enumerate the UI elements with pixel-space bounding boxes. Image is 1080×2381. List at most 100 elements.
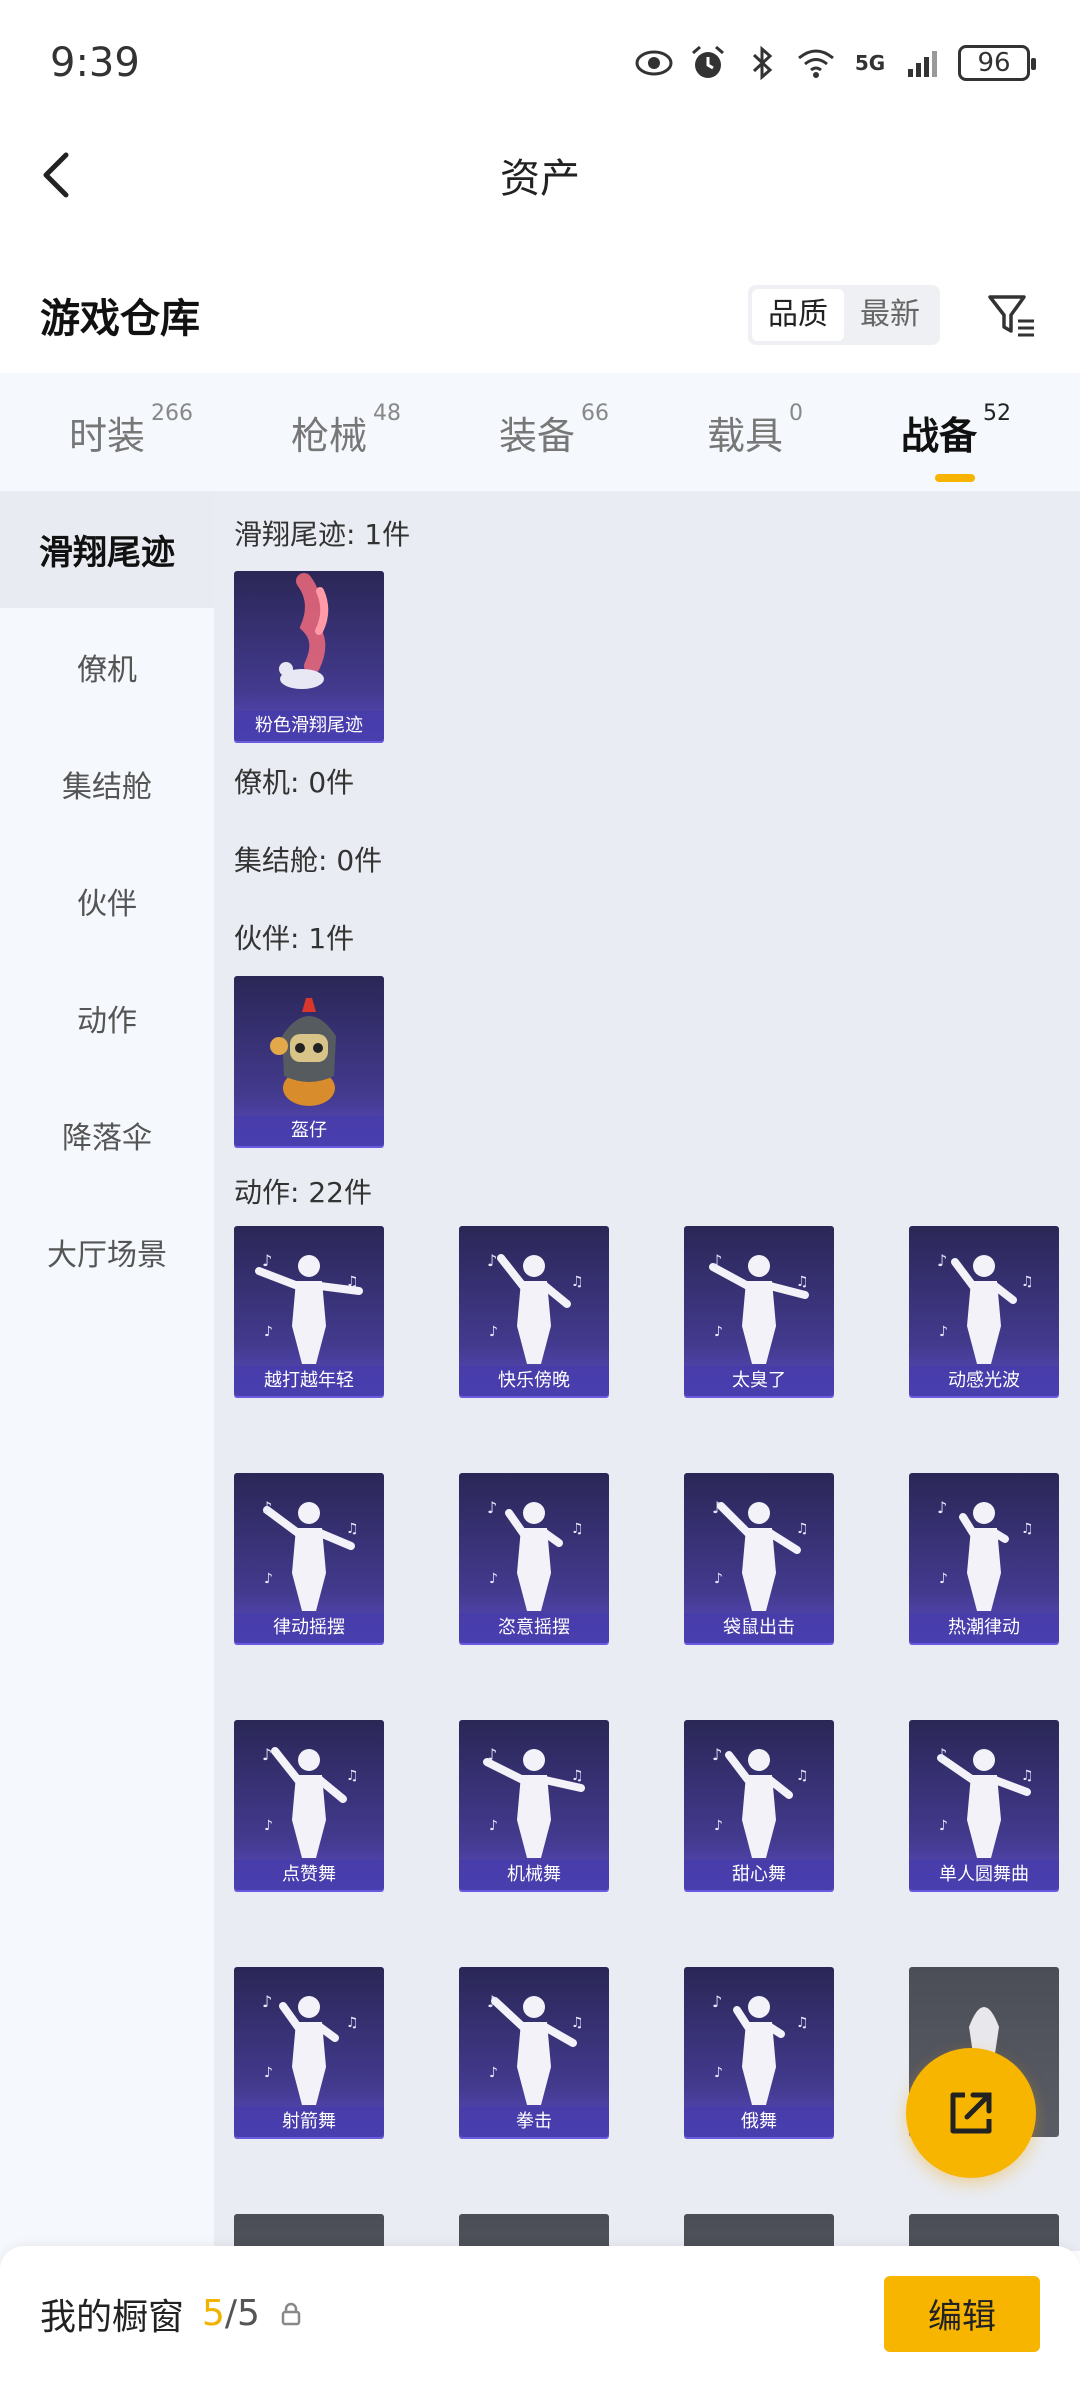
svg-text:♪: ♪ [489, 1571, 498, 1587]
emote-card-label: 袋鼠出击 [684, 1613, 834, 1643]
emote-card-label: 拳击 [459, 2107, 609, 2137]
sidebar-item-lobby-scene[interactable]: 大厅场景 [0, 1193, 214, 1310]
emote-card-label: 律动摇摆 [234, 1613, 384, 1643]
svg-text:♫: ♫ [571, 2015, 584, 2031]
svg-text:♪: ♪ [712, 1745, 722, 1764]
svg-text:♪: ♪ [487, 1251, 497, 1270]
showcase-label: 我的橱窗 [40, 2296, 185, 2338]
svg-text:♪: ♪ [262, 1251, 272, 1270]
sidebar-item-parachute[interactable]: 降落伞 [0, 1076, 214, 1193]
section-label-glide: 滑翔尾迹: 1件 [234, 518, 411, 551]
svg-text:♪: ♪ [264, 2065, 273, 2081]
svg-text:♪: ♪ [489, 1324, 498, 1340]
dancer-silhouette-image: ♪ ♫ ♪ [487, 1251, 584, 1364]
tab-count: 48 [373, 400, 401, 426]
sidebar: 滑翔尾迹 僚机 集结舱 伙伴 动作 降落伞 大厅场景 [0, 491, 214, 2291]
svg-text:♪: ♪ [712, 1251, 722, 1270]
emote-card[interactable]: ♪ ♫ ♪ 热潮律动 [909, 1473, 1059, 1643]
dancer-silhouette-image: ♪ ♫ ♪ [255, 1251, 363, 1364]
tab-equipment[interactable]: 装备 66 [498, 401, 609, 460]
item-content: 滑翔尾迹: 1件 粉色滑翔尾迹 僚机: 0件 集结舱: 0件 伙伴: 1件 盔仔… [214, 491, 1080, 2251]
status-time: 9:39 [50, 39, 140, 86]
section-label-emote: 动作: 22件 [234, 1176, 372, 1209]
sidebar-item-wingman[interactable]: 僚机 [0, 608, 214, 725]
dancer-silhouette-image: ♪ ♫ ♪ [262, 1745, 359, 1858]
network-label: 5G [854, 50, 886, 75]
emote-card[interactable]: ♪ ♫ ♪ 甜心舞 [684, 1720, 834, 1890]
emote-card-label: 快乐傍晚 [459, 1366, 609, 1396]
emote-card[interactable]: ♪ ♫ ♪ 点赞舞 [234, 1720, 384, 1890]
svg-text:♪: ♪ [262, 1992, 272, 2011]
emote-card[interactable]: ♪ ♫ ♪ 袋鼠出击 [684, 1473, 834, 1643]
tab-label: 枪械 [290, 413, 367, 458]
emote-card[interactable]: ♪ ♫ ♪ 律动摇摆 [234, 1473, 384, 1643]
emote-card[interactable]: ♪ ♫ ♪ 单人圆舞曲 [909, 1720, 1059, 1890]
item-card[interactable]: 盔仔 [234, 976, 384, 1146]
tab-label: 载具 [706, 413, 783, 458]
back-button[interactable] [30, 145, 90, 205]
emote-card-label: 射箭舞 [234, 2107, 384, 2137]
filter-icon [988, 295, 1034, 337]
sort-quality[interactable]: 品质 [752, 289, 844, 341]
tab-guns[interactable]: 枪械 48 [290, 401, 401, 460]
showcase-bar: 我的橱窗 5 /5 编辑 [0, 2246, 1080, 2381]
item-card[interactable]: 粉色滑翔尾迹 [234, 571, 384, 741]
svg-text:♫: ♫ [796, 1768, 809, 1784]
edit-button[interactable]: 编辑 [884, 2275, 1040, 2352]
tab-label: 装备 [498, 413, 575, 458]
sort-toggle: 品质 最新 [748, 285, 940, 345]
emote-card-label: 单人圆舞曲 [909, 1860, 1059, 1890]
emote-card[interactable]: ♪ ♫ ♪ 快乐傍晚 [459, 1226, 609, 1396]
category-tabs: 时装 266 枪械 48 装备 66 载具 0 战备 52 [0, 373, 1080, 491]
svg-text:♪: ♪ [714, 1818, 723, 1834]
svg-text:♪: ♪ [264, 1818, 273, 1834]
svg-text:♪: ♪ [712, 1498, 722, 1517]
sidebar-item-capsule[interactable]: 集结舱 [0, 725, 214, 842]
dancer-silhouette-image: ♪ ♫ ♪ [937, 1498, 1034, 1611]
svg-text:♪: ♪ [937, 1745, 947, 1764]
emote-card[interactable]: ♪ ♫ ♪ 射箭舞 [234, 1967, 384, 2137]
emote-card[interactable]: ♪ ♫ ♪ 拳击 [459, 1967, 609, 2137]
svg-text:♪: ♪ [939, 1818, 948, 1834]
svg-text:♪: ♪ [939, 1324, 948, 1340]
dancer-silhouette-image: ♪ ♫ ♪ [487, 1498, 584, 1611]
emote-card-label: 热潮律动 [909, 1613, 1059, 1643]
dancer-silhouette-image: ♪ ♫ ♪ [712, 1992, 809, 2105]
sidebar-item-partner[interactable]: 伙伴 [0, 842, 214, 959]
emote-card[interactable]: ♪ ♫ ♪ 越打越年轻 [234, 1226, 384, 1396]
svg-text:♪: ♪ [487, 1992, 497, 2011]
svg-text:♪: ♪ [712, 1992, 722, 2011]
sidebar-item-glide-trail[interactable]: 滑翔尾迹 [0, 491, 214, 608]
sidebar-item-emote[interactable]: 动作 [0, 959, 214, 1076]
svg-text:♪: ♪ [262, 1745, 272, 1764]
svg-text:♪: ♪ [489, 1818, 498, 1834]
svg-text:♫: ♫ [1021, 1768, 1034, 1784]
share-button[interactable] [906, 2048, 1036, 2178]
tab-vehicles[interactable]: 载具 0 [706, 401, 803, 460]
emote-card[interactable]: ♪ ♫ ♪ 太臭了 [684, 1226, 834, 1396]
svg-text:♪: ♪ [937, 1251, 947, 1270]
tab-count: 266 [151, 400, 193, 426]
filter-button[interactable] [984, 287, 1040, 343]
emote-card-label: 甜心舞 [684, 1860, 834, 1890]
svg-text:♫: ♫ [346, 1768, 359, 1784]
item-card-label: 盔仔 [234, 1116, 384, 1146]
emote-card[interactable]: ♪ ♫ ♪ 动感光波 [909, 1226, 1059, 1396]
svg-text:♫: ♫ [346, 2015, 359, 2031]
svg-text:♪: ♪ [939, 1571, 948, 1587]
emote-card-label: 越打越年轻 [234, 1366, 384, 1396]
showcase-total-count: /5 [224, 2293, 260, 2334]
emote-card[interactable]: ♪ ♫ ♪ 俄舞 [684, 1967, 834, 2137]
svg-text:♪: ♪ [714, 1571, 723, 1587]
svg-text:♪: ♪ [487, 1498, 497, 1517]
tab-fashion[interactable]: 时装 266 [69, 401, 193, 460]
emote-card[interactable]: ♪ ♫ ♪ 恣意摇摆 [459, 1473, 609, 1643]
dancer-silhouette-image: ♪ ♫ ♪ [487, 1992, 584, 2105]
section-label-wingman: 僚机: 0件 [234, 766, 355, 799]
emote-card[interactable]: ♪ ♫ ♪ 机械舞 [459, 1720, 609, 1890]
emote-card-label: 太臭了 [684, 1366, 834, 1396]
svg-text:♫: ♫ [1021, 1274, 1034, 1290]
svg-text:♪: ♪ [937, 1498, 947, 1517]
tab-readiness[interactable]: 战备 52 [901, 401, 1011, 482]
sort-latest[interactable]: 最新 [844, 289, 936, 341]
